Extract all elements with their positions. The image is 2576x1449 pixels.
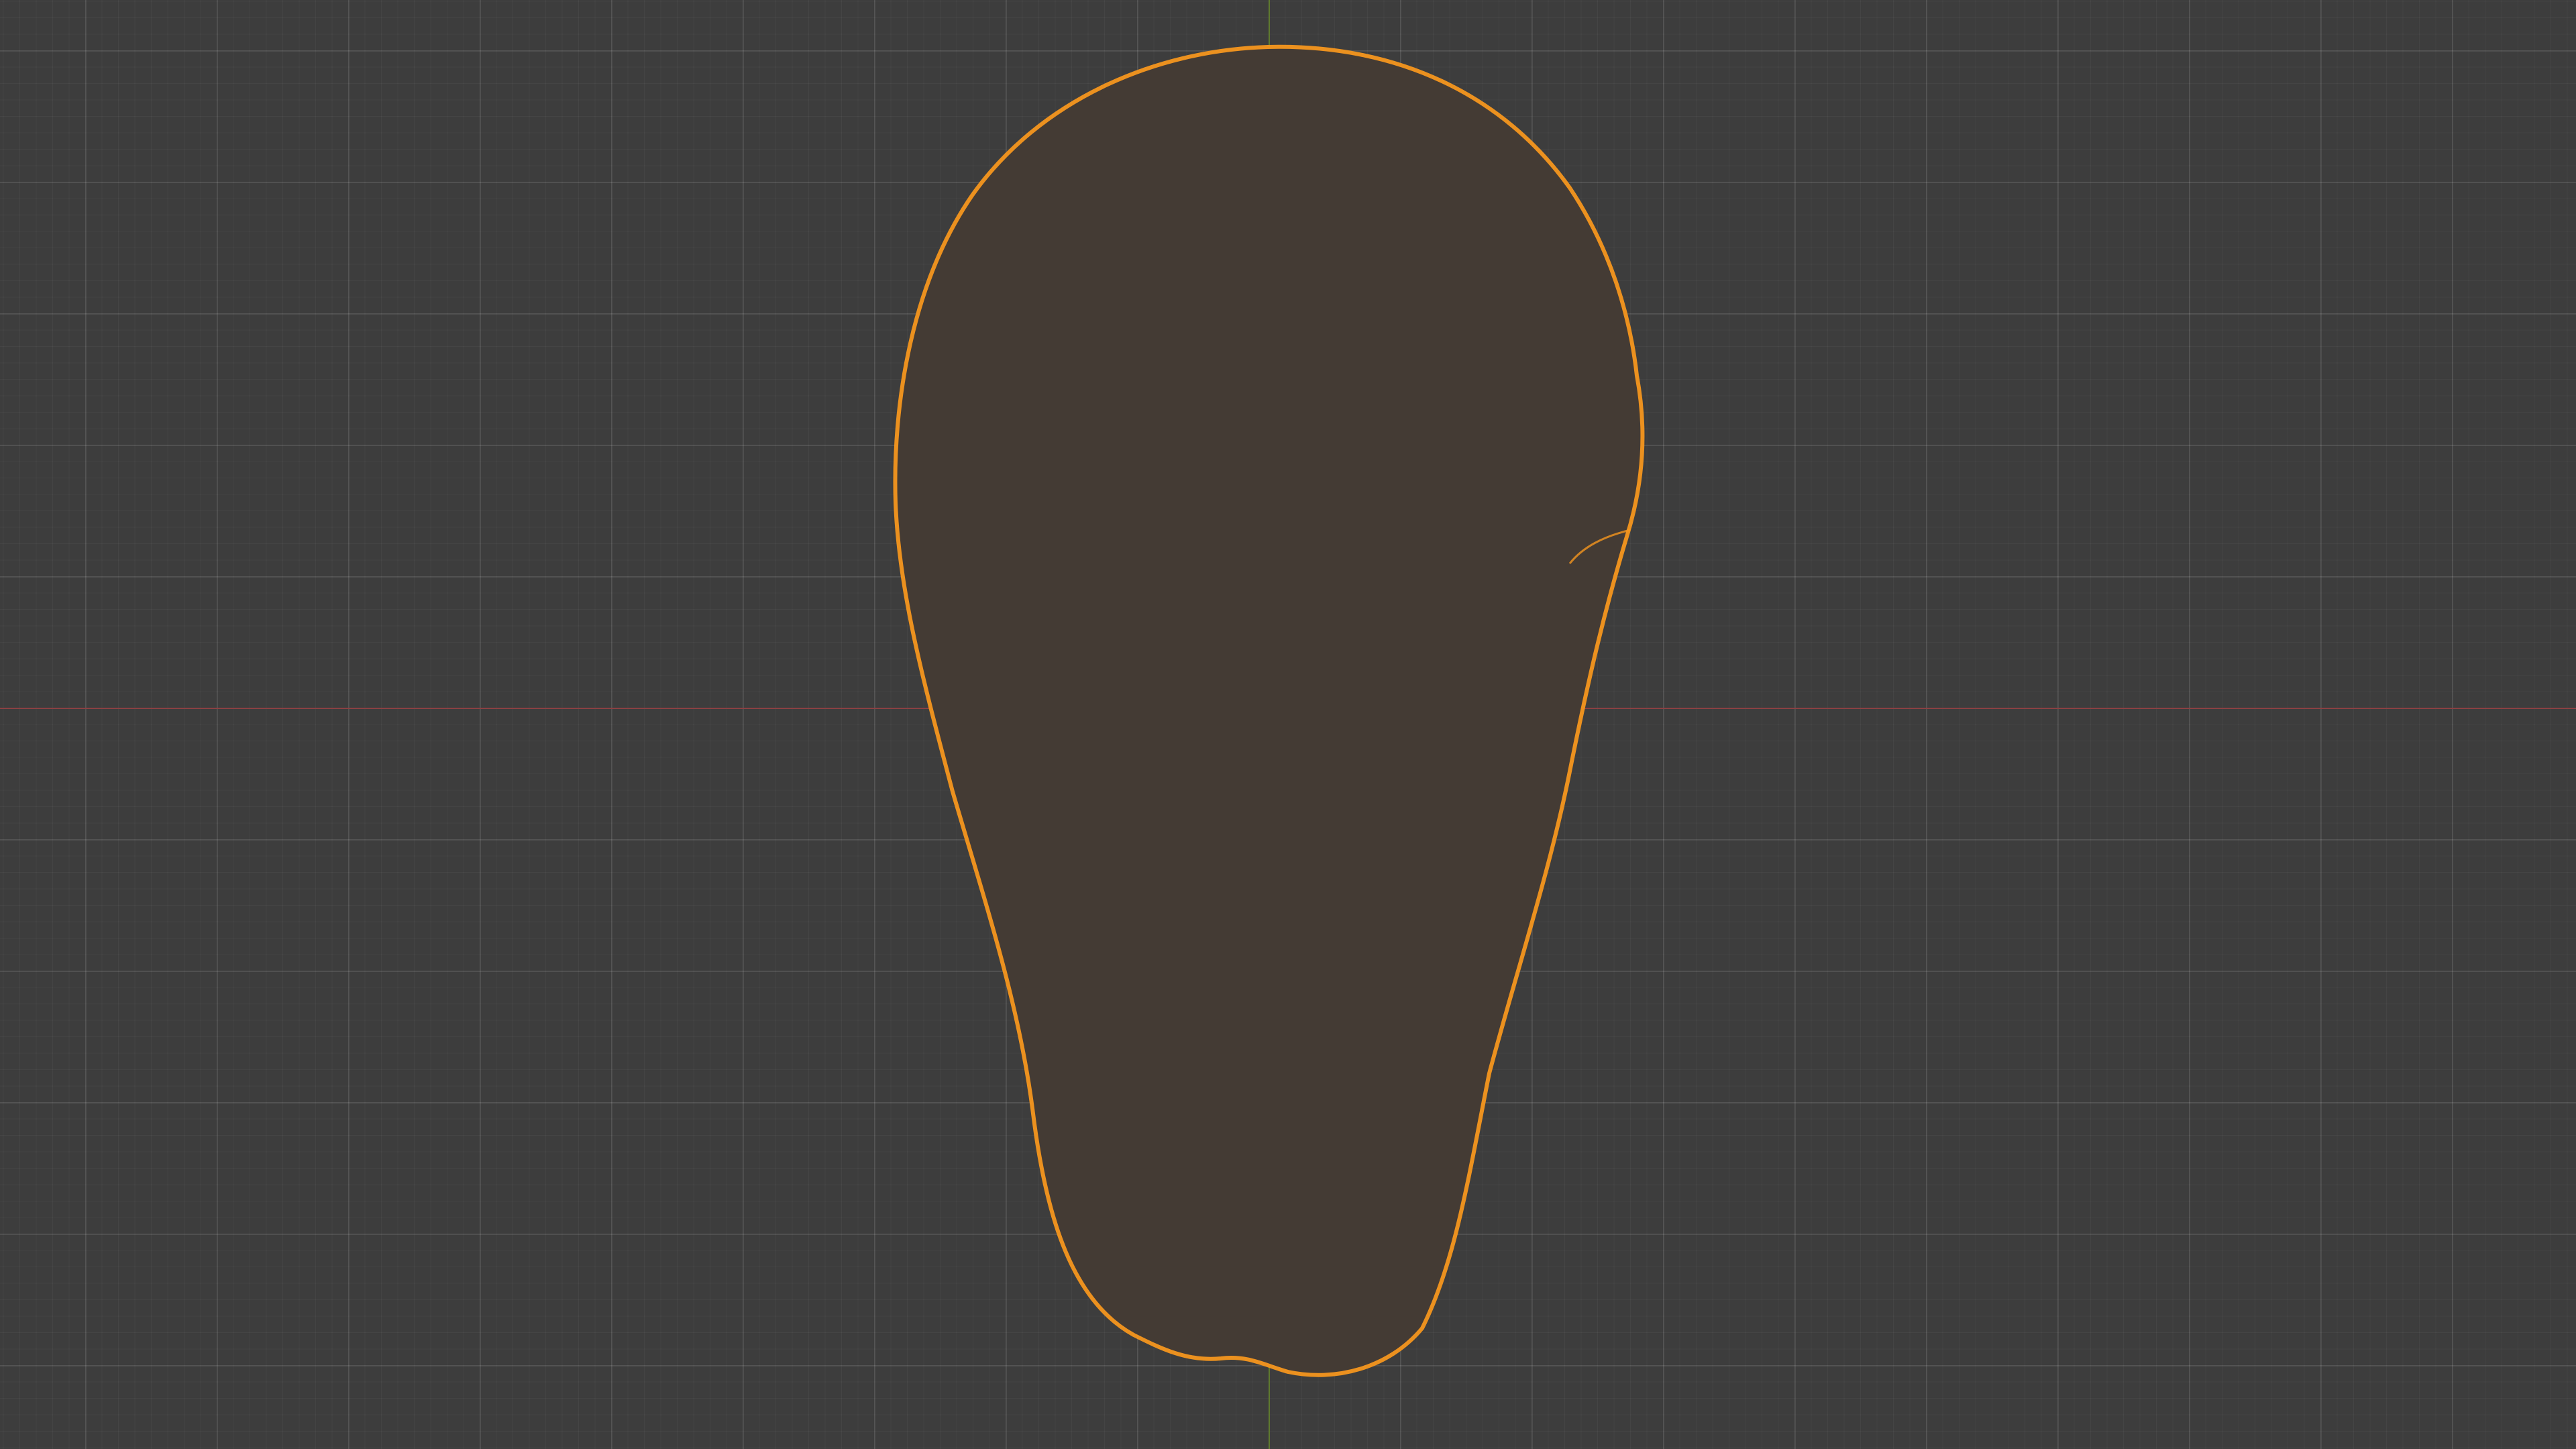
3d-viewport[interactable] [0, 0, 2576, 1449]
mesh-body [895, 47, 1642, 1375]
wireframe-mesh-object[interactable] [0, 0, 2576, 1449]
